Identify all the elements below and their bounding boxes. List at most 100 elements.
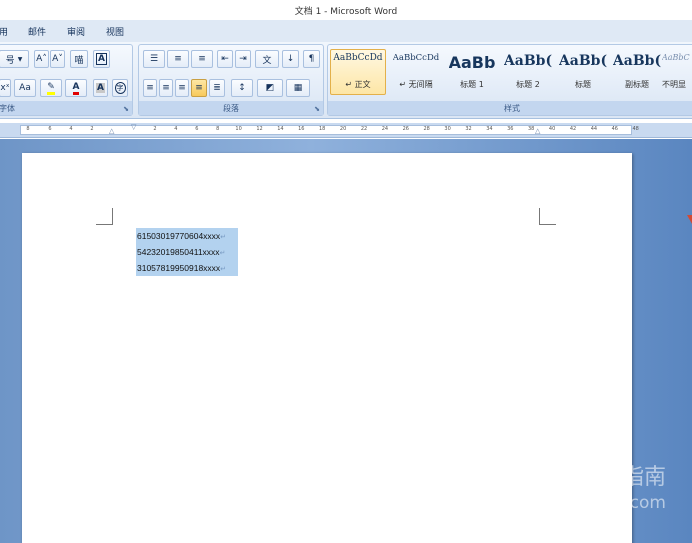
margin-corner-mark (96, 208, 113, 225)
style-title[interactable]: AaBb( 标题 (555, 49, 611, 95)
ruler-number: 22 (360, 126, 368, 132)
align-left-button[interactable]: ≡ (143, 79, 157, 97)
font-group: 号 ▼ A˄ A˅ 喵 A xˣ Aa ✎ A A 字 字体 ⬊ (0, 44, 133, 116)
style-subtitle[interactable]: AaBb( 副标题 (609, 49, 665, 95)
enclose-characters-button[interactable]: 字 (112, 79, 128, 97)
ruler-number: 42 (569, 126, 577, 132)
chinese-layout-icon: 文 (262, 55, 272, 66)
ruler-number: 34 (486, 126, 493, 132)
bullets-button[interactable]: ☰ (143, 50, 165, 68)
multilevel-list-icon: ≡ (198, 54, 206, 64)
styles-group: AaBbCcDd ↵ 正文 AaBbCcDd ↵ 无间隔 AaBb 标题 1 A… (327, 44, 692, 116)
change-case-icon: Aa (19, 83, 31, 93)
left-indent-marker-icon[interactable]: △ (109, 127, 114, 135)
sogou-logo-icon: S (549, 463, 574, 487)
ruler-number: 20 (339, 126, 347, 132)
borders-button[interactable]: ▦ (286, 79, 310, 97)
ruler-number: 38 (528, 126, 535, 132)
ruler-number: 28 (423, 126, 430, 132)
document-line[interactable]: 31057819950918xxxx↵ (136, 260, 238, 276)
menu-tab-use[interactable]: 用 (0, 25, 8, 38)
shrink-font-icon: A˅ (52, 54, 63, 64)
ruler-number: 4 (174, 126, 178, 132)
change-case-button[interactable]: Aa (14, 79, 36, 97)
window-title: 文档 1 - Microsoft Word (294, 6, 398, 17)
phonetic-guide-button[interactable]: 喵 (70, 50, 88, 68)
highlight-button[interactable]: ✎ (40, 79, 62, 97)
align-right-button[interactable]: ≡ (175, 79, 189, 97)
justify-icon: ≡ (195, 83, 203, 93)
document-line[interactable]: 54232019850411xxxx↵ (136, 244, 238, 260)
font-size-dropdown[interactable]: 号 ▼ (0, 50, 29, 68)
paint-bucket-icon: ◩ (265, 83, 275, 93)
ruler-number: 4 (69, 126, 73, 132)
ruler-number: 24 (381, 126, 389, 132)
ruler-number: 16 (298, 126, 305, 132)
sort-button[interactable]: ↓ (282, 50, 299, 68)
ruler-number: 2 (153, 126, 157, 132)
align-right-icon: ≡ (178, 83, 186, 93)
chevron-down-icon: ▼ (17, 55, 23, 63)
character-border-icon: A (96, 53, 107, 65)
paragraph-mark-icon: ↵ (220, 234, 227, 241)
line-spacing-icon: ↕ (238, 83, 246, 93)
style-subtle-emphasis[interactable]: AaBbC 不明显 (661, 49, 692, 95)
numbering-button[interactable]: ≡ (167, 50, 189, 68)
show-marks-button[interactable]: ¶ (303, 50, 320, 68)
styles-group-label: 样式 (328, 101, 692, 115)
font-color-icon: A (72, 82, 80, 95)
distributed-button[interactable]: ≣ (209, 79, 225, 97)
multilevel-list-button[interactable]: ≡ (191, 50, 213, 68)
menu-tab-review[interactable]: 审阅 (67, 25, 85, 38)
paragraph-group: ☰ ≡ ≡ ⇤ ⇥ 文 ↓ ¶ ≡ ≡ ≡ ≡ ≣ ↕ ◩ ▦ 段落 ⬊ (138, 44, 324, 116)
grow-font-button[interactable]: A˄ (34, 50, 49, 68)
ruler-number: 10 (235, 126, 242, 132)
first-line-indent-marker-icon[interactable]: ▽ (131, 123, 136, 131)
paragraph-mark-icon: ↵ (219, 250, 226, 257)
increase-indent-button[interactable]: ⇥ (235, 50, 251, 68)
style-normal[interactable]: AaBbCcDd ↵ 正文 (330, 49, 386, 95)
shrink-font-button[interactable]: A˅ (50, 50, 65, 68)
ruler-number: 8 (26, 126, 30, 132)
shading-button[interactable]: ◩ (257, 79, 283, 97)
document-line[interactable]: 61503019770604xxxx↵ (136, 228, 238, 244)
paragraph-group-label: 段落 (139, 101, 323, 115)
menu-tab-view[interactable]: 视图 (106, 25, 124, 38)
numbering-icon: ≡ (174, 54, 182, 64)
red-arrow-icon (687, 215, 692, 224)
right-indent-marker-icon[interactable]: △ (535, 127, 540, 135)
decrease-indent-icon: ⇤ (221, 54, 229, 64)
chinese-layout-button[interactable]: 文 (255, 50, 279, 68)
ruler-number: 12 (256, 126, 263, 132)
bullets-icon: ☰ (149, 54, 159, 64)
character-shading-icon: A (96, 83, 105, 93)
distributed-icon: ≣ (213, 83, 221, 93)
line-spacing-button[interactable]: ↕ (231, 79, 253, 97)
margin-corner-mark (539, 208, 556, 225)
menu-bar: 用 邮件 审阅 视图 (0, 20, 692, 42)
align-center-button[interactable]: ≡ (159, 79, 173, 97)
style-heading-2[interactable]: AaBb( 标题 2 (500, 49, 556, 95)
sort-icon: ↓ (286, 54, 295, 64)
horizontal-ruler[interactable]: 8 6 4 2 △ ▽ 2 4 6 8 10 12 14 16 18 20 22 24 26 28 30 32… (0, 123, 692, 138)
justify-button[interactable]: ≡ (191, 79, 207, 97)
document-workspace: 61503019770604xxxx↵ 54232019850411xxxx↵ … (0, 139, 692, 543)
increase-indent-icon: ⇥ (239, 54, 247, 64)
superscript-icon: xˣ (0, 83, 10, 93)
ruler-number: 18 (319, 126, 326, 132)
superscript-button[interactable]: xˣ (0, 79, 11, 97)
font-group-label: 字体 (0, 101, 132, 115)
decrease-indent-button[interactable]: ⇤ (217, 50, 233, 68)
ruler-number: 14 (277, 126, 284, 132)
style-heading-1[interactable]: AaBb 标题 1 (444, 49, 500, 95)
dialog-launcher-icon[interactable]: ⬊ (123, 105, 129, 113)
font-color-button[interactable]: A (65, 79, 87, 97)
character-shading-button[interactable]: A (93, 79, 108, 97)
phonetic-guide-icon: 喵 (74, 55, 84, 66)
dialog-launcher-icon[interactable]: ⬊ (314, 105, 320, 113)
selected-text-block[interactable]: 61503019770604xxxx↵ 54232019850411xxxx↵ … (136, 228, 238, 276)
watermark-main: S 搜狗指南 (511, 459, 666, 491)
style-no-spacing[interactable]: AaBbCcDd ↵ 无间隔 (388, 49, 444, 95)
menu-tab-mailings[interactable]: 邮件 (28, 25, 46, 38)
character-border-button[interactable]: A (93, 50, 110, 68)
